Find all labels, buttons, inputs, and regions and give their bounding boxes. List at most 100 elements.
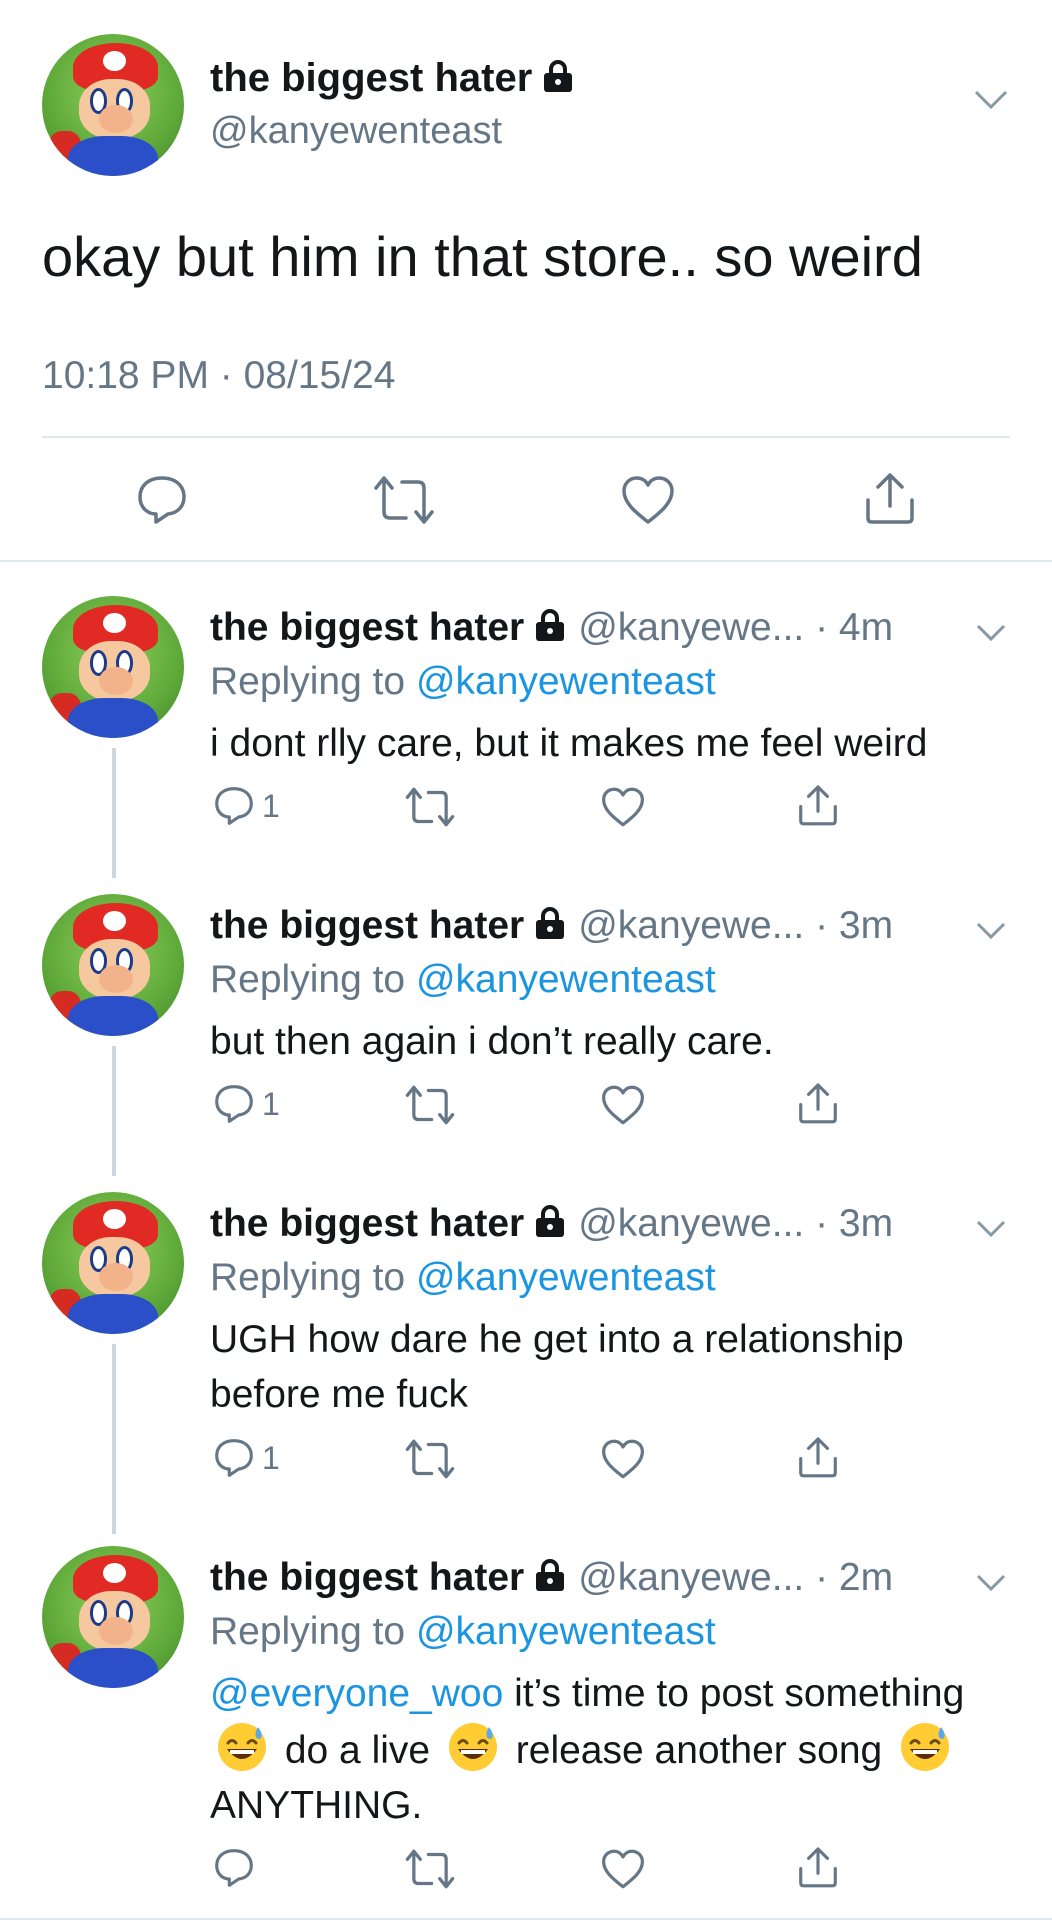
chevron-down-icon[interactable] <box>976 1220 1006 1238</box>
replying-to-link[interactable]: @kanyewenteast <box>416 1256 716 1299</box>
avatar[interactable] <box>42 1546 184 1688</box>
handle[interactable]: @kanyewe... <box>578 1202 804 1245</box>
reply-tweet[interactable]: the biggest hater @kanyewe... · 3m Replyi… <box>0 894 1052 1154</box>
like-icon <box>622 476 674 524</box>
replying-prefix: Replying to <box>210 1610 416 1653</box>
replying-to-link[interactable]: @kanyewenteast <box>416 958 716 1001</box>
share-icon <box>799 1847 837 1888</box>
chevron-down-icon[interactable] <box>974 90 1008 110</box>
handle[interactable]: @kanyewe... <box>578 606 804 649</box>
share-button[interactable] <box>796 1080 840 1126</box>
tweet-timestamp[interactable]: 10:18 PM · 08/15/24 <box>42 354 395 398</box>
like-icon <box>602 787 644 827</box>
retweet-icon <box>374 476 434 524</box>
relative-time[interactable]: 4m <box>839 606 893 649</box>
lock-icon <box>534 608 566 642</box>
chevron-down-icon[interactable] <box>976 624 1006 642</box>
reply-button[interactable]: 1 <box>212 1082 280 1126</box>
avatar[interactable] <box>42 1192 184 1334</box>
lock-icon <box>534 906 566 940</box>
reply-text: but then again i don’t really care. <box>210 1020 774 1063</box>
reply-header: the biggest hater @kanyewe... · 3m <box>210 904 893 948</box>
like-button[interactable] <box>600 1438 646 1480</box>
retweet-button[interactable] <box>404 1438 456 1480</box>
retweet-button[interactable] <box>404 1848 456 1890</box>
like-icon <box>602 1085 644 1125</box>
mention-link[interactable]: @everyone_woo <box>210 1672 503 1715</box>
replying-to-link[interactable]: @kanyewenteast <box>416 660 716 703</box>
main-tweet: the biggest hater @kanyewenteast okay bu… <box>0 0 1052 562</box>
retweet-button[interactable] <box>404 1084 456 1126</box>
like-button[interactable] <box>600 786 646 828</box>
handle[interactable]: @kanyewe... <box>578 1556 804 1599</box>
reply-icon <box>215 787 253 825</box>
replying-prefix: Replying to <box>210 660 416 703</box>
replying-prefix: Replying to <box>210 958 416 1001</box>
reply-icon <box>215 1439 253 1477</box>
relative-time[interactable]: 3m <box>839 1202 893 1245</box>
handle[interactable]: @kanyewe... <box>578 904 804 947</box>
replying-to: Replying to @kanyewenteast <box>210 660 716 704</box>
replying-to: Replying to @kanyewenteast <box>210 1256 716 1300</box>
share-icon <box>799 785 837 826</box>
avatar[interactable] <box>42 34 184 176</box>
divider <box>42 436 1010 438</box>
reply-button[interactable] <box>134 472 190 528</box>
share-button[interactable] <box>862 470 918 526</box>
replying-to-link[interactable]: @kanyewenteast <box>416 1610 716 1653</box>
reply-button[interactable]: 1 <box>212 784 280 828</box>
reply-count: 1 <box>262 787 280 824</box>
section-divider <box>0 560 1052 562</box>
share-button[interactable] <box>796 1434 840 1480</box>
separator: · <box>804 1556 839 1599</box>
grinning-sweat-emoji-icon <box>901 1723 950 1771</box>
avatar[interactable] <box>42 894 184 1036</box>
reply-count: 1 <box>262 1085 280 1122</box>
replying-to: Replying to @kanyewenteast <box>210 1610 716 1654</box>
relative-time[interactable]: 3m <box>839 904 893 947</box>
chevron-down-icon[interactable] <box>976 1574 1006 1592</box>
text-part: release another song <box>504 1729 894 1772</box>
text-part: it’s time to post something <box>503 1672 965 1715</box>
display-name[interactable]: the biggest hater <box>210 56 574 101</box>
display-name[interactable]: the biggest hater <box>210 606 524 649</box>
reply-tweet[interactable]: the biggest hater @kanyewe... · 4m Replyi… <box>0 596 1052 856</box>
reply-tweet[interactable]: the biggest hater @kanyewe... · 2m Replyi… <box>0 1546 1052 1916</box>
relative-time[interactable]: 2m <box>839 1556 893 1599</box>
display-name[interactable]: the biggest hater <box>210 1202 524 1245</box>
avatar[interactable] <box>42 596 184 738</box>
separator: · <box>804 1202 839 1245</box>
retweet-icon <box>405 1849 455 1889</box>
share-button[interactable] <box>796 782 840 828</box>
like-button[interactable] <box>600 1848 646 1890</box>
lock-icon <box>542 58 574 92</box>
reply-header: the biggest hater @kanyewe... · 3m <box>210 1202 893 1246</box>
grinning-sweat-emoji-icon <box>218 1723 266 1771</box>
like-icon <box>602 1849 644 1889</box>
grinning-sweat-emoji-icon <box>448 1723 497 1771</box>
reply-icon <box>215 1849 253 1887</box>
reply-button[interactable]: 1 <box>212 1436 280 1480</box>
like-button[interactable] <box>600 1084 646 1126</box>
lock-icon <box>534 1558 566 1592</box>
reply-header: the biggest hater @kanyewe... · 2m <box>210 1556 893 1600</box>
retweet-button[interactable] <box>372 474 436 526</box>
text-part: ANYTHING. <box>210 1784 423 1827</box>
retweet-button[interactable] <box>404 786 456 828</box>
reply-text: UGH how dare he get into a relationship … <box>210 1318 904 1416</box>
share-icon <box>799 1437 837 1478</box>
share-icon <box>866 473 914 524</box>
chevron-down-icon[interactable] <box>976 922 1006 940</box>
reply-button[interactable] <box>212 1846 262 1890</box>
like-button[interactable] <box>620 474 676 526</box>
reply-header: the biggest hater @kanyewe... · 4m <box>210 606 893 650</box>
reply-text: i dont rlly care, but it makes me feel w… <box>210 722 928 765</box>
share-icon <box>799 1083 837 1124</box>
display-name[interactable]: the biggest hater <box>210 904 524 947</box>
display-name[interactable]: the biggest hater <box>210 1556 524 1599</box>
separator: · <box>804 904 839 947</box>
handle[interactable]: @kanyewenteast <box>210 110 502 153</box>
like-icon <box>602 1439 644 1479</box>
reply-tweet[interactable]: the biggest hater @kanyewe... · 3m Replyi… <box>0 1192 1052 1512</box>
share-button[interactable] <box>796 1844 840 1890</box>
